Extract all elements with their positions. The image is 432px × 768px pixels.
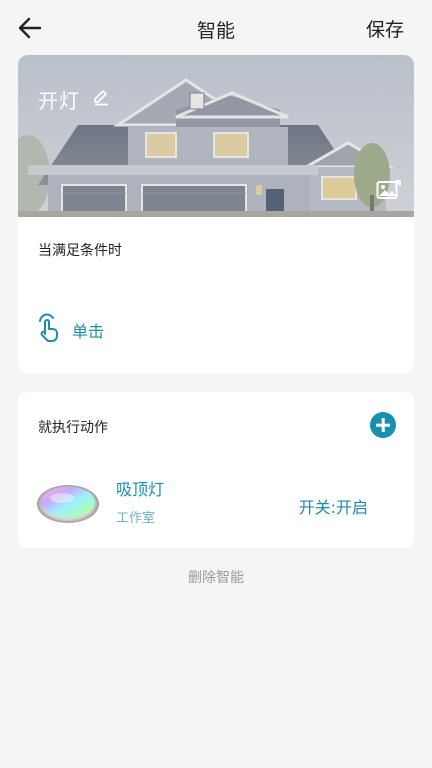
scene-card: 开灯 当满足条件时 单击 — [18, 55, 414, 373]
image-icon[interactable] — [376, 179, 402, 201]
add-action-button[interactable] — [370, 412, 396, 438]
scene-cover-image — [18, 55, 414, 217]
device-state: 开关:开启 — [298, 498, 368, 517]
house-image — [18, 55, 414, 217]
condition-label: 单击 — [72, 322, 105, 341]
app-header: 智能 保存 — [0, 0, 432, 56]
scene-name[interactable]: 开灯 — [38, 85, 80, 114]
action-title: 就执行动作 — [38, 420, 108, 436]
delete-scene-button[interactable]: 删除智能 — [0, 567, 432, 587]
save-button[interactable]: 保存 — [366, 15, 404, 42]
action-card: 就执行动作 吸顶灯 工作室 开关:开启 — [18, 392, 414, 548]
device-room: 工作室 — [116, 511, 156, 526]
ceiling-light-icon — [37, 485, 99, 523]
action-item[interactable]: 吸顶灯 工作室 开关:开启 — [18, 470, 414, 532]
pencil-icon[interactable] — [92, 88, 110, 106]
condition-title: 当满足条件时 — [38, 243, 122, 259]
tap-hand-icon — [39, 313, 58, 342]
condition-item-tap[interactable]: 单击 — [34, 312, 234, 342]
device-name: 吸顶灯 — [116, 480, 165, 499]
